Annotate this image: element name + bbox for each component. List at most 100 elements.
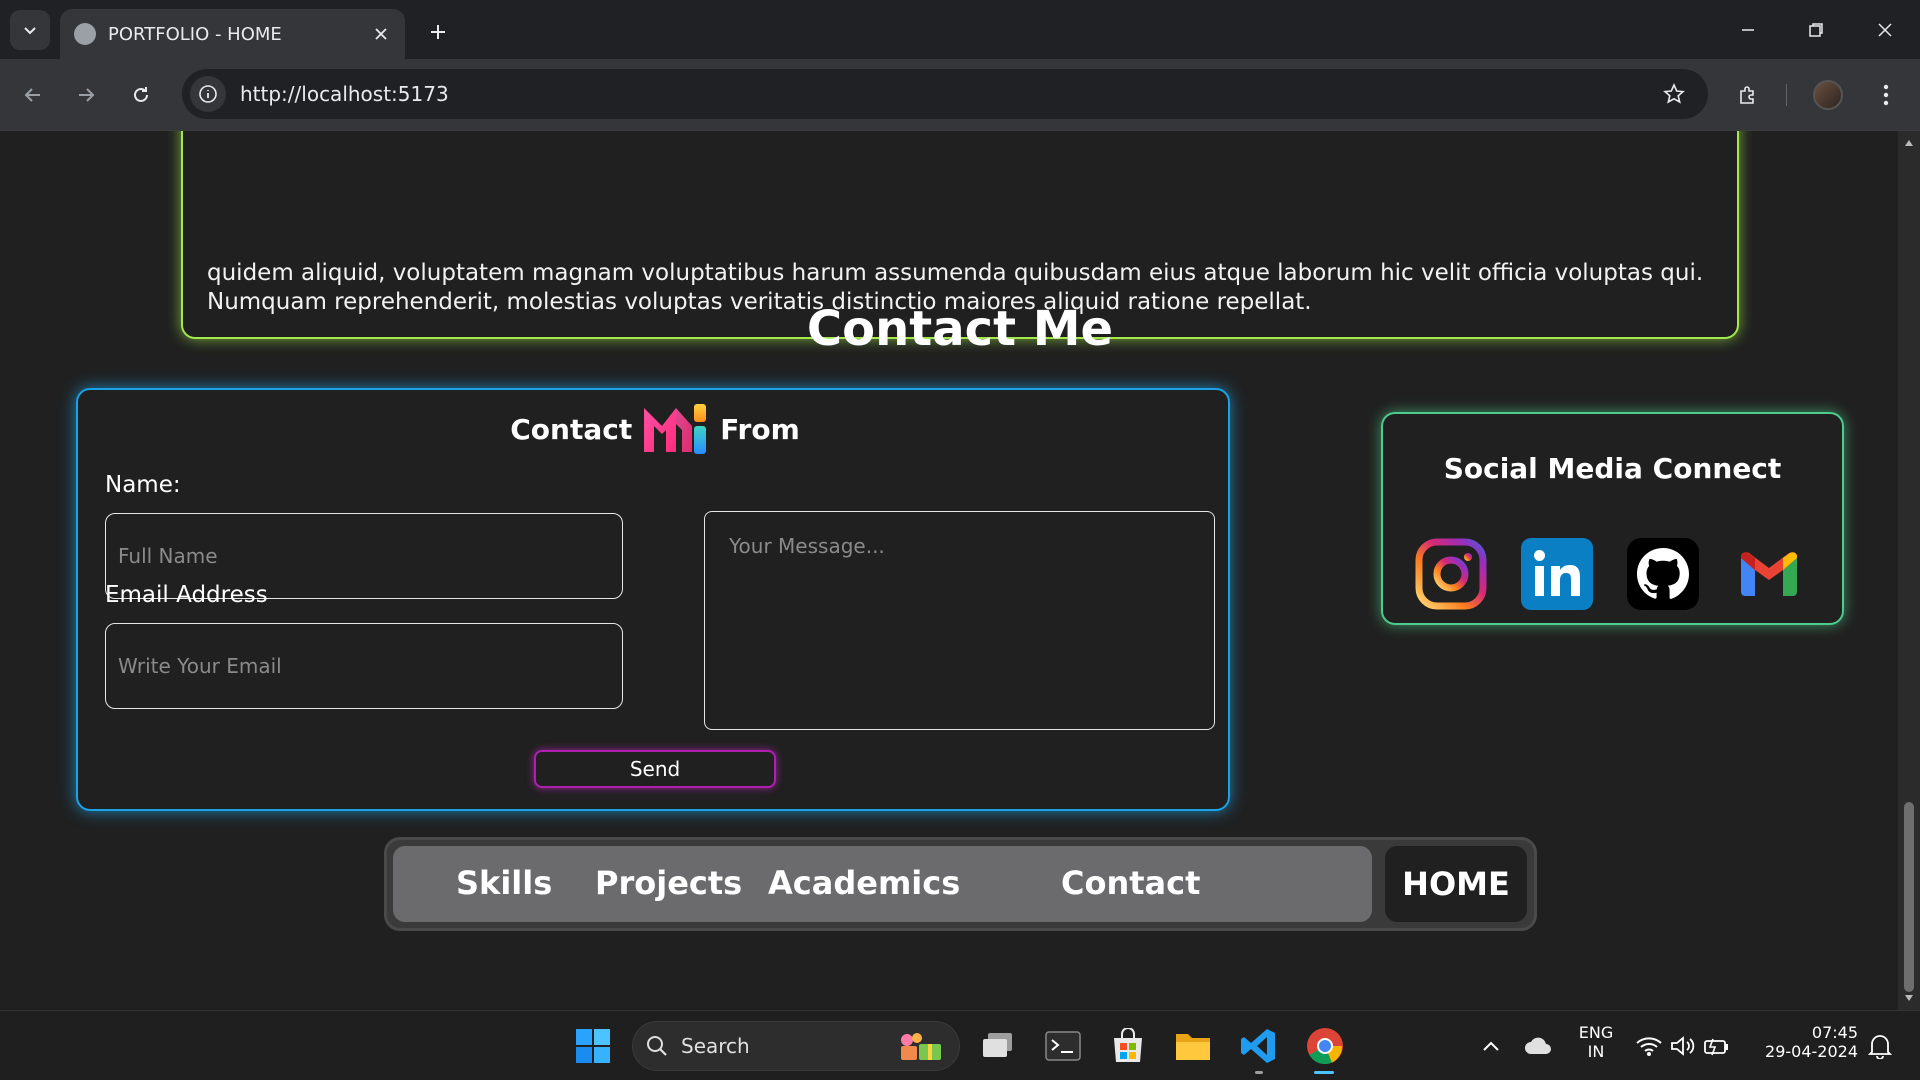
- arrow-left-icon: [24, 88, 40, 102]
- volume-icon: [1671, 1036, 1695, 1056]
- browser-tab-bar: PORTFOLIO - HOME: [0, 0, 1920, 59]
- avatar: [1813, 80, 1843, 110]
- arrow-right-icon: [79, 88, 95, 102]
- notifications-button[interactable]: [1858, 1024, 1902, 1068]
- form-title-right: From: [720, 412, 800, 446]
- bell-icon: [1868, 1035, 1892, 1059]
- nav-home[interactable]: HOME: [1385, 846, 1527, 922]
- browser-toolbar: http://localhost:5173: [0, 59, 1920, 131]
- scroll-up-arrow[interactable]: [1898, 133, 1920, 153]
- url-text[interactable]: http://localhost:5173: [240, 82, 1656, 106]
- gmail-icon[interactable]: [1733, 538, 1805, 610]
- close-icon: [1878, 23, 1892, 37]
- quick-settings-button[interactable]: [1628, 1024, 1738, 1068]
- task-view-button[interactable]: [976, 1024, 1020, 1068]
- terminal-app[interactable]: [1041, 1024, 1085, 1068]
- region-code: IN: [1587, 1042, 1605, 1061]
- restore-button[interactable]: [1796, 10, 1836, 50]
- github-icon[interactable]: [1627, 538, 1699, 610]
- site-info-button[interactable]: [190, 76, 226, 112]
- message-textarea[interactable]: [704, 511, 1215, 730]
- tab-search-button[interactable]: [10, 10, 50, 50]
- clock-date: 29-04-2024: [1765, 1042, 1858, 1061]
- store-icon: [1114, 1028, 1142, 1062]
- nav-skills[interactable]: Skills: [456, 864, 552, 902]
- page-scrollbar[interactable]: [1898, 131, 1920, 1010]
- gift-icon: [901, 1033, 941, 1060]
- email-label: Email Address: [105, 582, 268, 608]
- nav-contact[interactable]: Contact: [1061, 864, 1200, 902]
- close-icon: [375, 28, 387, 40]
- chrome-icon: [1307, 1028, 1343, 1065]
- name-label: Name:: [105, 472, 181, 498]
- form-title-left: Contact: [510, 412, 633, 446]
- file-explorer-app[interactable]: [1171, 1024, 1215, 1068]
- form-title: Contact From: [78, 400, 1232, 458]
- vscode-running-indicator: [1255, 1071, 1263, 1074]
- search-label: Search: [681, 1034, 750, 1058]
- extensions-button[interactable]: [1728, 75, 1768, 115]
- minimize-icon: [1742, 29, 1754, 31]
- onedrive-button[interactable]: [1516, 1024, 1560, 1068]
- clock-time: 07:45: [1811, 1023, 1858, 1042]
- taskbar-search[interactable]: Search: [632, 1021, 960, 1071]
- forward-button[interactable]: [66, 75, 106, 115]
- new-tab-button[interactable]: [420, 14, 456, 50]
- triangle-down-icon: [1905, 995, 1913, 1001]
- terminal-icon: [1045, 1031, 1081, 1061]
- email-input[interactable]: [105, 623, 623, 709]
- chrome-app[interactable]: [1303, 1024, 1347, 1068]
- windows-logo-icon: [576, 1029, 610, 1063]
- page-viewport: quidem aliquid, voluptatem magnam volupt…: [0, 131, 1898, 1010]
- profile-button[interactable]: [1808, 75, 1848, 115]
- wifi-icon: [1636, 1037, 1662, 1056]
- linkedin-icon[interactable]: [1521, 538, 1593, 610]
- chrome-active-indicator: [1314, 1071, 1334, 1074]
- reload-icon: [134, 87, 148, 102]
- address-bar[interactable]: http://localhost:5173: [182, 69, 1708, 119]
- info-icon: [199, 85, 217, 103]
- store-app[interactable]: [1106, 1024, 1150, 1068]
- chevron-down-icon: [24, 27, 36, 35]
- instagram-icon[interactable]: [1415, 538, 1487, 610]
- chevron-up-icon: [1483, 1041, 1499, 1051]
- browser-menu-button[interactable]: [1866, 75, 1906, 115]
- more-vertical-icon: [1883, 84, 1889, 106]
- social-title: Social Media Connect: [1443, 452, 1782, 485]
- clock[interactable]: 07:45 29-04-2024: [1758, 1023, 1858, 1061]
- windows-taskbar: Search ENG IN 07:45 29-04-2024: [0, 1010, 1920, 1080]
- star-icon: [1663, 83, 1685, 104]
- vscode-app[interactable]: [1236, 1024, 1280, 1068]
- globe-icon: [74, 23, 96, 45]
- social-icons-row: [1415, 538, 1805, 610]
- close-window-button[interactable]: [1865, 10, 1905, 50]
- cloud-icon: [1525, 1037, 1551, 1054]
- minimize-button[interactable]: [1728, 10, 1768, 50]
- nav-academics[interactable]: Academics: [768, 864, 960, 902]
- nav-projects[interactable]: Projects: [595, 864, 742, 902]
- send-button[interactable]: Send: [534, 750, 776, 788]
- vscode-icon: [1241, 1029, 1275, 1063]
- browser-tab[interactable]: PORTFOLIO - HOME: [60, 9, 405, 59]
- contact-heading: Contact Me: [806, 301, 1114, 357]
- scrollbar-thumb[interactable]: [1904, 802, 1914, 992]
- search-icon: [647, 1036, 667, 1056]
- scroll-down-arrow[interactable]: [1898, 988, 1920, 1008]
- language-code: ENG: [1578, 1023, 1614, 1042]
- back-button[interactable]: [13, 75, 53, 115]
- start-button[interactable]: [571, 1024, 615, 1068]
- tab-title: PORTFOLIO - HOME: [108, 23, 282, 45]
- language-indicator[interactable]: ENG IN: [1568, 1023, 1624, 1061]
- close-tab-button[interactable]: [371, 24, 391, 44]
- task-view-icon: [983, 1033, 1012, 1057]
- puzzle-icon: [1740, 86, 1754, 104]
- m-logo-icon: [644, 404, 707, 454]
- bottom-navbar: Skills Projects Academics Contact HOME: [384, 837, 1537, 931]
- reload-button[interactable]: [121, 75, 161, 115]
- plus-icon: [431, 25, 445, 39]
- tray-overflow-button[interactable]: [1469, 1024, 1513, 1068]
- nav-links-group: Skills Projects Academics Contact: [393, 846, 1372, 922]
- restore-icon: [1809, 23, 1823, 37]
- bookmark-button[interactable]: [1656, 76, 1692, 112]
- battery-icon: [1704, 1038, 1728, 1056]
